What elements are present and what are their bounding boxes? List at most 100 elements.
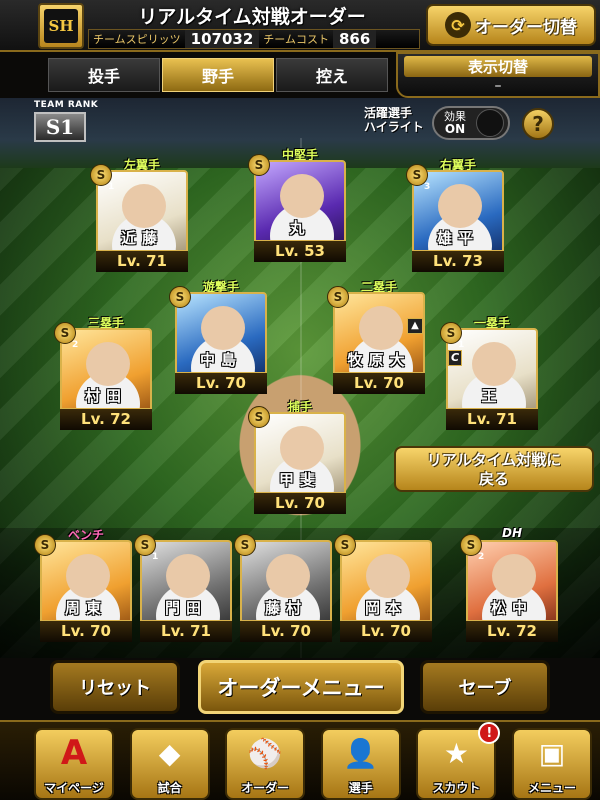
player-name: 丸	[289, 219, 311, 237]
menu-icon: ▣	[538, 736, 566, 770]
field-icon: ⚾	[247, 736, 283, 770]
player-name: 王	[481, 387, 503, 405]
player-level: Lv. 70	[340, 620, 432, 642]
notification-badge: !	[478, 722, 501, 744]
tab-pitcher[interactable]: 投手	[48, 58, 160, 92]
nav-label: マイページ	[44, 781, 104, 795]
grade-number: 1	[108, 182, 115, 192]
display-toggle-button[interactable]: 表示切替 –	[396, 52, 600, 98]
player-level: Lv. 71	[140, 620, 232, 642]
player-level: Lv. 70	[175, 372, 267, 394]
nav-label: メニュー	[527, 781, 576, 795]
player-icon: 👤	[343, 736, 379, 770]
nav-order[interactable]: ⚾ オーダー	[225, 728, 306, 800]
nav-label: 試合	[157, 781, 182, 795]
player-name: 中島	[199, 351, 242, 369]
baseball-field: TEAM RANK S1 活躍選手 ハイライト 効果 ON ? 左翼手 S 1 …	[0, 98, 600, 658]
player-name: 牧原大	[347, 351, 411, 369]
spirit-badge-icon: S	[34, 534, 56, 556]
player-name: 藤村	[264, 599, 307, 617]
effect-toggle[interactable]: 効果 ON	[432, 106, 510, 140]
grade-number: 3	[424, 182, 431, 192]
team-stats-bar: チームスピリッツ 107032 チームコスト 866	[88, 29, 420, 49]
player-card-catcher[interactable]: 捕手 S 甲斐 Lv. 70	[248, 400, 346, 514]
nav-menu[interactable]: ▣ メニュー	[511, 728, 592, 800]
team-spirit-label: チームスピリッツ	[93, 33, 181, 46]
order-switch-button[interactable]: ⟳ オーダー切替	[426, 4, 596, 46]
player-name: 門田	[164, 599, 207, 617]
player-name: 近藤	[120, 229, 163, 247]
grade-number: 1	[152, 552, 159, 562]
nav-my-page[interactable]: A マイページ	[34, 728, 114, 800]
spirit-badge-icon: S	[234, 534, 256, 556]
dh-player-card[interactable]: DH S 2 松中 Lv. 72	[460, 526, 558, 642]
swap-arrows-icon: ⟳	[445, 12, 471, 38]
player-card-right-field[interactable]: 右翼手 S 3 雄平 Lv. 73	[406, 158, 504, 272]
player-level: Lv. 70	[333, 372, 425, 394]
tab-fielder[interactable]: 野手	[162, 58, 274, 92]
order-menu-button[interactable]: オーダーメニュー	[198, 660, 404, 714]
display-toggle-label: 表示切替	[404, 56, 592, 77]
nav-label: 選手	[348, 781, 373, 795]
team-logo: SH	[38, 3, 84, 49]
help-button[interactable]: ?	[522, 108, 554, 140]
bench-player-card[interactable]: S 藤村 Lv. 70	[234, 534, 332, 642]
spirit-badge-icon: S	[248, 154, 270, 176]
team-rank-label: TEAM RANK	[34, 100, 99, 110]
player-name: 村田	[84, 387, 127, 405]
order-switch-label: オーダー切替	[475, 17, 577, 38]
nav-scout[interactable]: ★ スカウト !	[416, 722, 501, 800]
team-cost-label: チームコスト	[263, 33, 329, 46]
save-button[interactable]: セーブ	[420, 660, 550, 714]
stadium-icon: ◆	[158, 736, 181, 770]
spirit-badge-icon: S	[169, 286, 191, 308]
player-card-second-base[interactable]: 二塁手 S ▲ 牧原大 Lv. 70	[327, 280, 425, 394]
effect-toggle-state: ON	[444, 122, 466, 136]
player-card-shortstop[interactable]: 遊撃手 S 中島 Lv. 70	[169, 280, 267, 394]
bench-player-card[interactable]: S 岡本 Lv. 70	[334, 534, 432, 642]
bench-player-card[interactable]: S 1 門田 Lv. 71	[134, 534, 232, 642]
player-card-left-field[interactable]: 左翼手 S 1 近藤 Lv. 71	[90, 158, 188, 272]
team-rank: TEAM RANK S1	[34, 100, 98, 142]
spirit-badge-icon: S	[327, 286, 349, 308]
bottom-navigation: A マイページ ◆ 試合 ⚾ オーダー 👤 選手 ★ スカウト ! ▣ メニュー	[0, 720, 600, 800]
player-card-center-field[interactable]: 中堅手 S 丸 Lv. 53	[248, 148, 346, 262]
team-cost-value: 866	[332, 30, 377, 48]
info-icon: ▲	[407, 318, 423, 334]
display-toggle-value: –	[494, 78, 502, 94]
nav-match[interactable]: ◆ 試合	[129, 728, 210, 800]
team-spirit-value: 107032	[184, 30, 260, 48]
letter-a-icon: A	[60, 733, 88, 773]
player-level: Lv. 70	[254, 492, 346, 514]
spirit-badge-icon: S	[248, 406, 270, 428]
player-level: Lv. 72	[60, 408, 152, 430]
header-bar: SH リアルタイム対戦オーダー チームスピリッツ 107032 チームコスト 8…	[0, 0, 600, 52]
position-tabs: 投手 野手 控え	[48, 58, 388, 92]
spirit-badge-icon: S	[334, 534, 356, 556]
return-to-battle-button[interactable]: リアルタイム対戦に 戻る	[394, 446, 594, 492]
player-name: 甲斐	[278, 471, 321, 489]
toggle-knob	[476, 109, 504, 137]
bench-player-card[interactable]: ベンチ S 周東 Lv. 70	[34, 528, 132, 642]
reset-button[interactable]: リセット	[50, 660, 180, 714]
nav-label: スカウト	[432, 781, 481, 795]
player-name: 周東	[64, 599, 107, 617]
scout-icon: ★	[443, 736, 469, 770]
team-rank-value: S1	[34, 112, 86, 142]
grade-number: 2	[478, 552, 485, 562]
player-card-first-base[interactable]: 一塁手 S 1 C 王 Lv. 71	[440, 316, 538, 430]
player-level: Lv. 71	[96, 250, 188, 272]
player-name: 雄平	[436, 229, 479, 247]
player-level: Lv. 71	[446, 408, 538, 430]
player-level: Lv. 73	[412, 250, 504, 272]
captain-badge: C	[448, 350, 462, 366]
player-name: 松中	[490, 599, 533, 617]
nav-players[interactable]: 👤 選手	[320, 728, 401, 800]
tab-reserve[interactable]: 控え	[276, 58, 388, 92]
player-card-third-base[interactable]: 三塁手 S 2 村田 Lv. 72	[54, 316, 152, 430]
player-level: Lv. 72	[466, 620, 558, 642]
highlight-effect-label: 活躍選手 ハイライト	[364, 106, 424, 134]
page-title: リアルタイム対戦オーダー	[138, 6, 366, 28]
player-name: 岡本	[364, 599, 407, 617]
player-level: Lv. 70	[40, 620, 132, 642]
